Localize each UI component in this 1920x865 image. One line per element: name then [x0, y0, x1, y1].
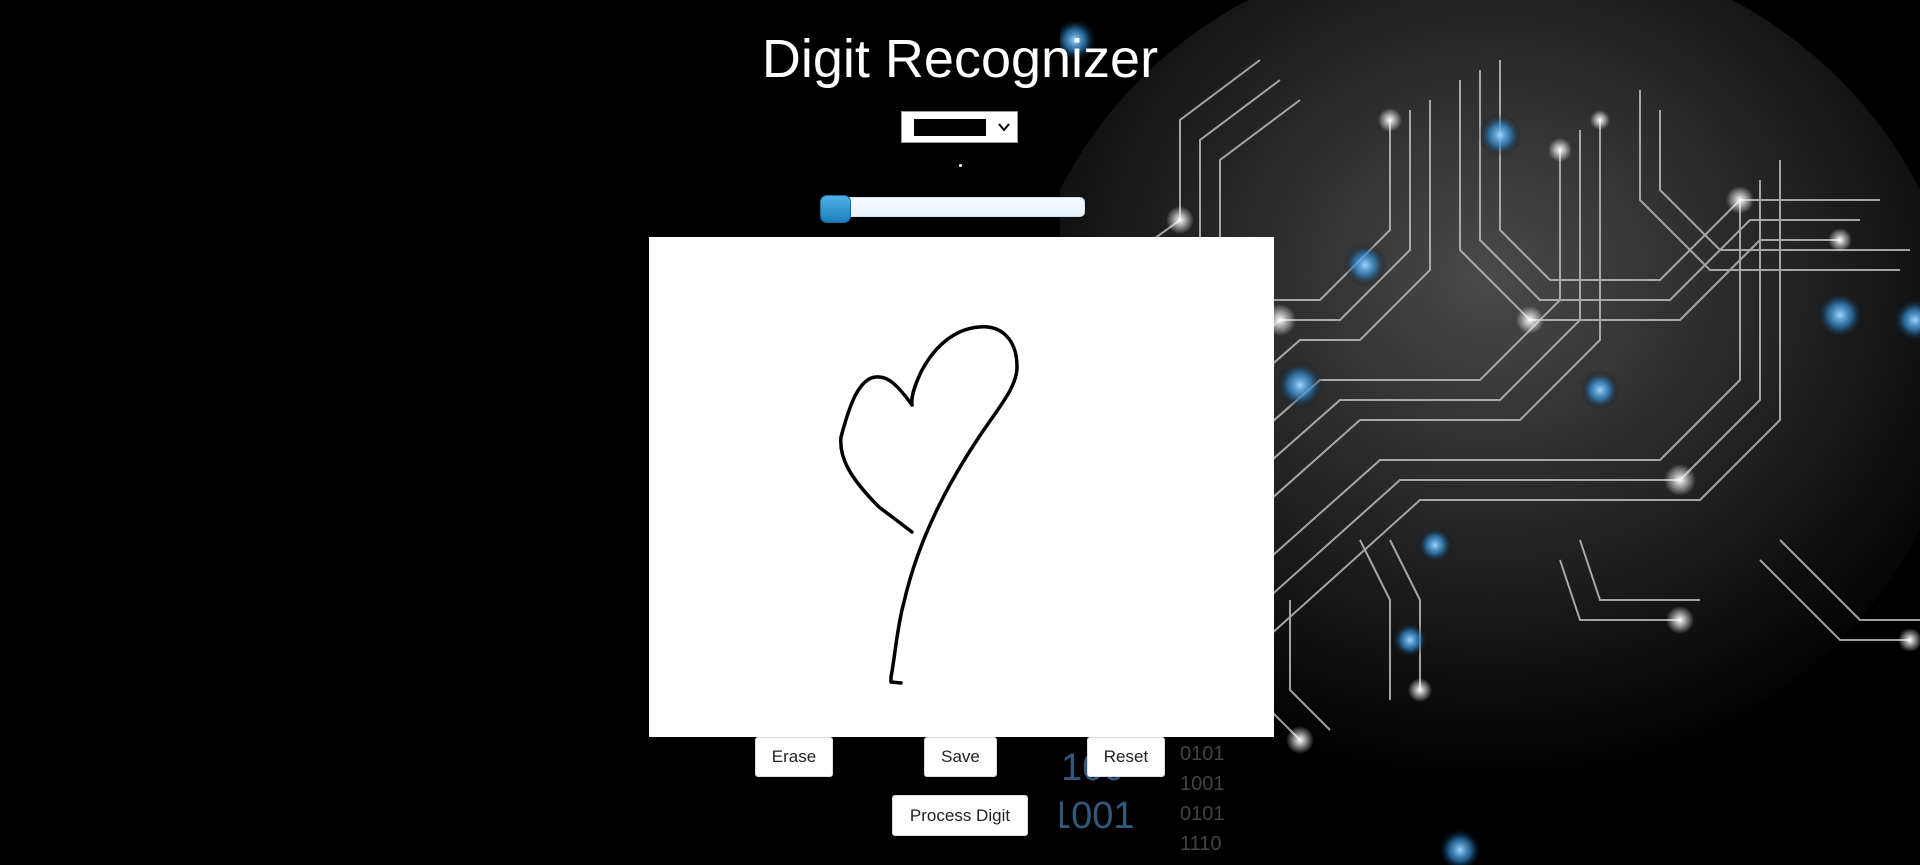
page-title: Digit Recognizer: [761, 29, 1159, 89]
reset-button[interactable]: Reset: [1087, 737, 1165, 777]
process-digit-button[interactable]: Process Digit: [892, 795, 1028, 836]
color-select[interactable]: [901, 111, 1018, 143]
svg-text:0101: 0101: [1180, 803, 1225, 825]
svg-text:0101: 0101: [1180, 743, 1225, 765]
page: 10 0100 1001 0101 1001 0101 1110 0110 01…: [0, 0, 1920, 865]
svg-text:1110: 1110: [1180, 833, 1222, 855]
svg-text:1001: 1001: [1060, 795, 1135, 837]
erase-button[interactable]: Erase: [755, 737, 833, 777]
brush-size-indicator: [959, 164, 962, 167]
chevron-down-icon: [998, 123, 1010, 132]
save-button[interactable]: Save: [924, 737, 997, 777]
svg-text:1001: 1001: [1180, 773, 1225, 795]
selected-color-swatch: [914, 119, 986, 136]
drawn-stroke: [839, 325, 1019, 685]
drawing-canvas[interactable]: [649, 237, 1274, 737]
slider-track[interactable]: [820, 197, 1085, 217]
slider-thumb[interactable]: [820, 195, 851, 223]
brush-size-slider[interactable]: [820, 195, 1085, 223]
